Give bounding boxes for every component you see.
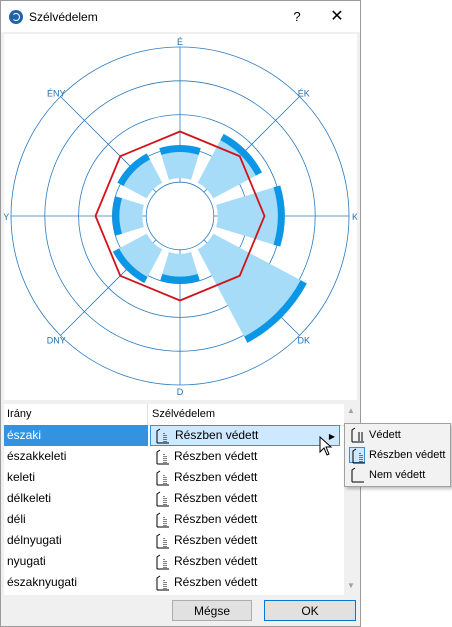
popup-item-label: Részben védett bbox=[369, 449, 446, 461]
row-protection-label: Részben védett bbox=[174, 533, 258, 547]
grid-ring bbox=[145, 181, 215, 251]
row-direction[interactable]: déli bbox=[4, 509, 148, 530]
row-protection-value[interactable]: Részben védett bbox=[150, 467, 340, 488]
partially-protected-icon bbox=[154, 554, 170, 570]
popup-item-partially-protected[interactable]: Részben védett bbox=[345, 445, 450, 465]
row-protection-label: Részben védett bbox=[174, 491, 258, 505]
wind-rose-chart: É ÉK K DK D DNY NY ÉNY bbox=[4, 34, 357, 400]
row-protection-value[interactable]: Részben védett ▶ bbox=[150, 425, 340, 446]
window-title: Szélvédelem bbox=[29, 10, 98, 24]
popup-item-unprotected[interactable]: Nem védett bbox=[345, 465, 450, 485]
row-protection-value[interactable]: Részben védett bbox=[150, 530, 340, 551]
row-direction[interactable]: keleti bbox=[4, 467, 148, 488]
wind-bar-D bbox=[161, 252, 199, 278]
row-protection-value[interactable]: Részben védett bbox=[150, 572, 340, 593]
table-row[interactable]: északi Részben védett ▶ bbox=[4, 425, 344, 446]
title-bar: Szélvédelem ? ✕ bbox=[1, 1, 360, 32]
partially-protected-icon bbox=[154, 575, 170, 591]
header-direction: Irány bbox=[7, 408, 32, 420]
app-logo-icon bbox=[9, 10, 23, 24]
row-direction[interactable]: északi bbox=[4, 425, 148, 446]
wind-protection-dialog: Szélvédelem ? ✕ É ÉK K DK D DNY NY ÉNY Irány Sz… bbox=[0, 0, 361, 627]
wind-bar-K bbox=[216, 187, 279, 245]
mouse-cursor-icon bbox=[319, 436, 333, 456]
row-direction[interactable]: északkeleti bbox=[4, 446, 148, 467]
partially-protected-icon bbox=[154, 428, 170, 444]
row-direction[interactable]: délkeleti bbox=[4, 488, 148, 509]
protection-popup-menu: Védett Részben védett Nem védett bbox=[344, 423, 451, 487]
cancel-button[interactable]: Mégse bbox=[172, 600, 252, 621]
row-protection-label: Részben védett bbox=[174, 554, 258, 568]
wind-bar-NY bbox=[118, 197, 144, 235]
row-protection-label: Részben védett bbox=[174, 512, 258, 526]
popup-item-protected[interactable]: Védett bbox=[345, 425, 450, 445]
protected-icon bbox=[349, 427, 365, 443]
row-protection-label: Részben védett bbox=[175, 428, 259, 442]
table-row[interactable]: nyugati Részben védett bbox=[4, 551, 344, 572]
scroll-up-icon[interactable]: ▲ bbox=[344, 406, 358, 418]
wind-bar-É bbox=[161, 151, 199, 180]
ok-button[interactable]: OK bbox=[264, 600, 356, 621]
row-protection-label: Részben védett bbox=[174, 449, 258, 463]
row-protection-value[interactable]: Részben védett bbox=[150, 446, 340, 467]
scroll-down-icon[interactable]: ▼ bbox=[344, 581, 358, 593]
compass-label: K bbox=[352, 212, 357, 222]
table-row[interactable]: délnyugati Részben védett bbox=[4, 530, 344, 551]
table-row[interactable]: keleti Részben védett bbox=[4, 467, 344, 488]
table-row[interactable]: északkeleti Részben védett bbox=[4, 446, 344, 467]
partially-protected-icon bbox=[154, 449, 170, 465]
row-protection-value[interactable]: Részben védett bbox=[150, 488, 340, 509]
compass-label: É bbox=[177, 37, 183, 47]
row-protection-label: Részben védett bbox=[174, 470, 258, 484]
row-direction[interactable]: északnyugati bbox=[4, 572, 148, 593]
row-protection-value[interactable]: Részben védett bbox=[150, 509, 340, 530]
partially-protected-icon bbox=[154, 470, 170, 486]
partially-protected-icon bbox=[154, 533, 170, 549]
unprotected-icon bbox=[349, 467, 365, 483]
close-button[interactable]: ✕ bbox=[327, 7, 347, 27]
row-protection-label: Részben védett bbox=[174, 575, 258, 589]
partially-protected-icon bbox=[154, 512, 170, 528]
header-divider bbox=[147, 404, 148, 425]
row-direction[interactable]: délnyugati bbox=[4, 530, 148, 551]
compass-label: DK bbox=[297, 336, 310, 346]
popup-item-label: Nem védett bbox=[369, 469, 426, 481]
row-protection-value[interactable]: Részben védett bbox=[150, 551, 340, 572]
table-header: Irány Szélvédelem bbox=[4, 404, 344, 426]
header-protection: Szélvédelem bbox=[152, 408, 215, 420]
compass-label: DNY bbox=[47, 336, 66, 346]
wind-rose-svg: É ÉK K DK D DNY NY ÉNY bbox=[4, 37, 357, 397]
table-row[interactable]: déli Részben védett bbox=[4, 509, 344, 530]
partially-protected-icon bbox=[349, 447, 365, 464]
row-direction[interactable]: nyugati bbox=[4, 551, 148, 572]
compass-label: D bbox=[177, 387, 184, 397]
partially-protected-icon bbox=[154, 491, 170, 507]
compass-label: ÉK bbox=[298, 88, 310, 98]
compass-label: NY bbox=[4, 212, 9, 222]
table-row[interactable]: délkeleti Részben védett bbox=[4, 488, 344, 509]
popup-item-label: Védett bbox=[369, 429, 401, 441]
direction-table: Irány Szélvédelem északi Részben védett ▶ é… bbox=[4, 404, 344, 595]
table-row[interactable]: északnyugati Részben védett bbox=[4, 572, 344, 593]
help-button[interactable]: ? bbox=[287, 7, 307, 27]
compass-label: ÉNY bbox=[47, 88, 66, 98]
